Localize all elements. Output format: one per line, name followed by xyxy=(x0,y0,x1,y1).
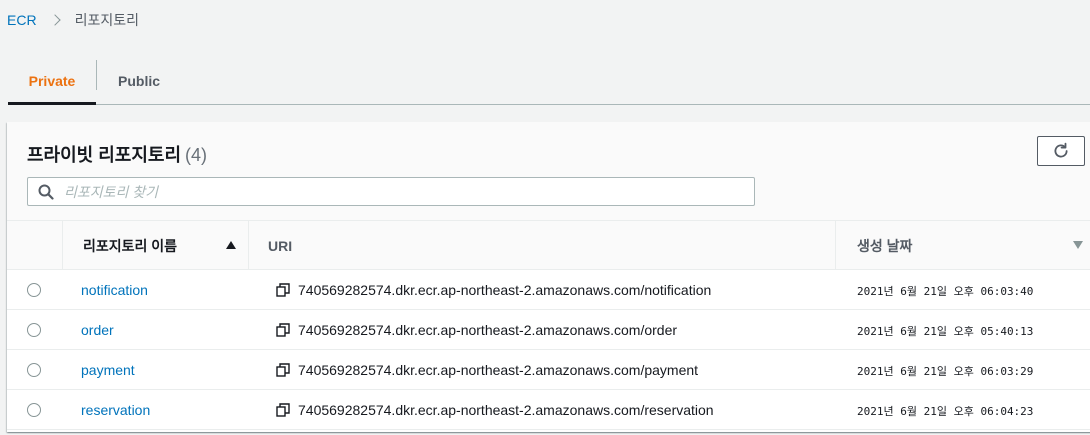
repository-name-link[interactable]: payment xyxy=(81,362,135,378)
repositories-panel: 프라이빗 리포지토리(4) 리포지토리 이름 URI 생성 xyxy=(7,122,1090,432)
panel-title-text: 프라이빗 리포지토리 xyxy=(27,145,182,165)
table-row: payment 740569282574.dkr.ecr.ap-northeas… xyxy=(7,350,1090,390)
row-select-radio[interactable] xyxy=(27,283,41,297)
column-header-uri-label: URI xyxy=(268,237,293,254)
row-select-radio[interactable] xyxy=(27,403,41,417)
table-row: notification 740569282574.dkr.ecr.ap-nor… xyxy=(7,270,1090,310)
repository-name-link[interactable]: reservation xyxy=(81,402,150,418)
copy-icon[interactable] xyxy=(276,323,290,337)
repository-name-link[interactable]: order xyxy=(81,322,114,338)
sort-descending-icon xyxy=(1073,241,1083,249)
panel-header: 프라이빗 리포지토리 (4) xyxy=(7,122,1090,221)
table-header: 리포지토리 이름 URI 생성 날짜 xyxy=(7,221,1090,270)
column-header-name-label: 리포지토리 이름 xyxy=(83,237,178,254)
repository-count: (4) xyxy=(185,145,208,165)
row-select-radio[interactable] xyxy=(27,363,41,377)
search-icon xyxy=(38,183,56,201)
breadcrumb: ECR 리포지토리 xyxy=(7,10,139,30)
column-header-created[interactable]: 생성 날짜 xyxy=(837,221,1090,270)
copy-icon[interactable] xyxy=(276,403,290,417)
repository-uri: 740569282574.dkr.ecr.ap-northeast-2.amaz… xyxy=(298,402,714,418)
refresh-icon xyxy=(1054,142,1068,158)
copy-icon[interactable] xyxy=(276,283,290,297)
search-field xyxy=(27,177,755,206)
table-row: order 740569282574.dkr.ecr.ap-northeast-… xyxy=(7,310,1090,350)
row-select-radio[interactable] xyxy=(27,323,41,337)
repository-uri: 740569282574.dkr.ecr.ap-northeast-2.amaz… xyxy=(298,322,678,338)
created-date: 2021년 6월 21일 오후 06:04:23 xyxy=(857,405,1034,418)
created-date: 2021년 6월 21일 오후 06:03:40 xyxy=(857,285,1034,298)
chevron-right-icon xyxy=(48,14,61,26)
sort-ascending-icon xyxy=(226,241,236,249)
created-date: 2021년 6월 21일 오후 05:40:13 xyxy=(857,325,1034,338)
column-header-uri: URI xyxy=(250,221,836,270)
tab-bar: Private Public xyxy=(8,58,1090,105)
repository-uri: 740569282574.dkr.ecr.ap-northeast-2.amaz… xyxy=(298,362,699,378)
created-date: 2021년 6월 21일 오후 06:03:29 xyxy=(857,365,1034,378)
tab-public[interactable]: Public xyxy=(97,58,160,104)
tab-private[interactable]: Private xyxy=(8,58,96,105)
column-header-name[interactable]: 리포지토리 이름 xyxy=(62,221,249,270)
search-input[interactable] xyxy=(64,183,744,200)
refresh-button[interactable] xyxy=(1037,136,1085,166)
breadcrumb-ecr-link[interactable]: ECR xyxy=(7,12,37,28)
copy-icon[interactable] xyxy=(276,363,290,377)
repository-uri: 740569282574.dkr.ecr.ap-northeast-2.amaz… xyxy=(298,282,712,298)
table-row: reservation 740569282574.dkr.ecr.ap-nort… xyxy=(7,390,1090,430)
repository-name-link[interactable]: notification xyxy=(81,282,148,298)
column-header-created-label: 생성 날짜 xyxy=(857,237,913,254)
panel-title: 프라이빗 리포지토리 (4) xyxy=(27,141,207,167)
breadcrumb-current: 리포지토리 xyxy=(74,12,139,28)
